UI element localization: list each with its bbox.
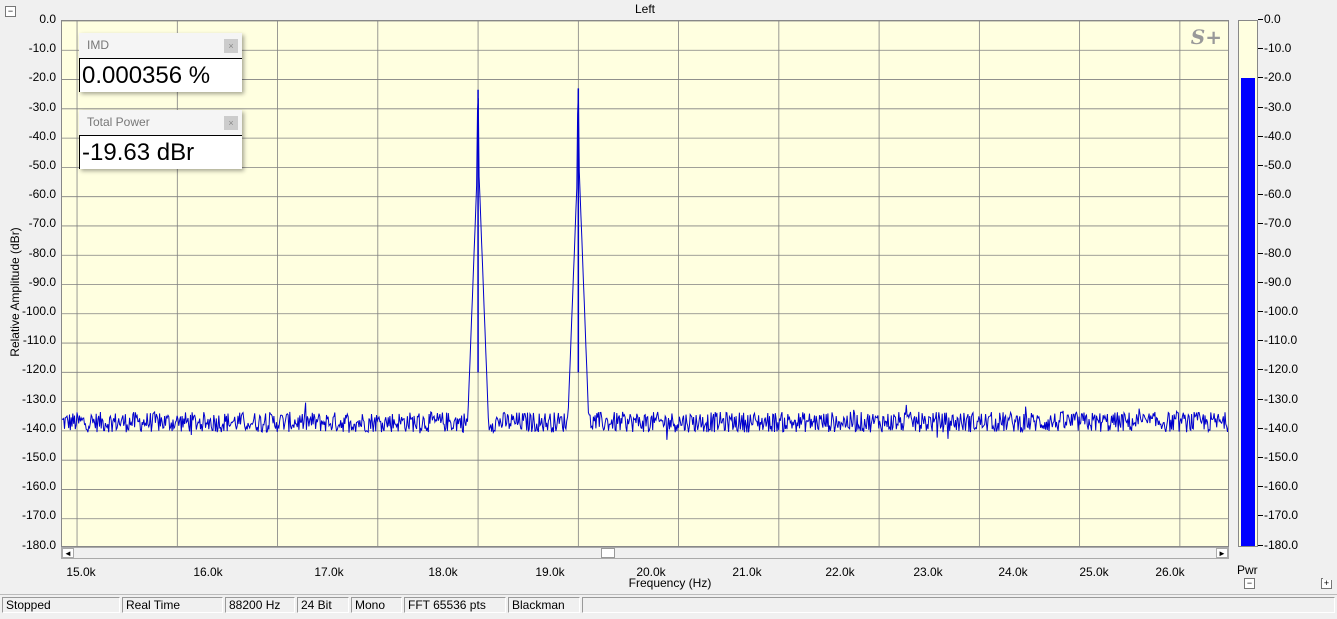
- meter-tick-label: -20.0: [1257, 70, 1292, 85]
- meter-tick-label: -30.0: [1257, 99, 1292, 114]
- total-power-close-icon[interactable]: ×: [224, 116, 238, 130]
- total-power-meter-title: Total Power: [87, 115, 150, 129]
- status-window: Blackman: [508, 597, 580, 613]
- scroll-right-icon[interactable]: ►: [1216, 548, 1228, 558]
- y-tick-label: -50.0: [28, 158, 56, 172]
- power-level-meter: [1238, 20, 1258, 547]
- y-tick-label: -20.0: [28, 70, 56, 85]
- status-bit-depth: 24 Bit: [297, 597, 349, 613]
- meter-tick-label: -90.0: [1257, 274, 1292, 289]
- y-tick-label: -130.0: [21, 391, 56, 406]
- meter-tick-label: -50.0: [1257, 158, 1292, 172]
- imd-meter[interactable]: IMD × 0.000356 %: [79, 33, 242, 92]
- status-state: Stopped: [2, 597, 120, 613]
- y-axis-label: Relative Amplitude (dBr): [8, 227, 22, 357]
- x-tick-label: 25.0k: [1079, 565, 1109, 579]
- y-tick-label: -140.0: [21, 420, 56, 435]
- status-bar: Stopped Real Time 88200 Hz 24 Bit Mono F…: [0, 594, 1337, 615]
- x-tick-label: 24.0k: [998, 565, 1028, 579]
- status-sample-rate: 88200 Hz: [225, 597, 295, 613]
- vertical-scrollbar[interactable]: [1323, 5, 1335, 580]
- y-tick-label: 0.0: [39, 12, 56, 26]
- y-tick-label: -160.0: [21, 479, 56, 494]
- imd-value: 0.000356 %: [79, 58, 242, 92]
- imd-meter-title: IMD: [87, 38, 109, 52]
- horizontal-scrollbar[interactable]: ◄ ►: [61, 547, 1229, 559]
- x-tick-label: 23.0k: [913, 565, 943, 579]
- meter-tick-label: -100.0: [1257, 304, 1299, 318]
- power-level-bar: [1241, 78, 1255, 546]
- status-fft: FFT 65536 pts: [404, 597, 506, 613]
- x-tick-label: 26.0k: [1155, 565, 1185, 579]
- meter-tick-label: 0.0: [1258, 12, 1281, 26]
- status-mode: Real Time: [122, 597, 223, 613]
- imd-close-icon[interactable]: ×: [224, 39, 238, 53]
- meter-tick-label: -120.0: [1257, 362, 1299, 377]
- y-tick-label: -170.0: [21, 508, 56, 523]
- x-tick-label: 18.0k: [428, 565, 458, 579]
- x-tick-label: 15.0k: [66, 565, 96, 579]
- meter-tick-label: -140.0: [1257, 420, 1299, 435]
- scroll-thumb[interactable]: [601, 548, 615, 558]
- logo-icon: S+: [1190, 25, 1222, 49]
- scroll-left-icon[interactable]: ◄: [62, 548, 74, 558]
- total-power-meter[interactable]: Total Power × -19.63 dBr: [79, 110, 242, 169]
- total-power-value: -19.63 dBr: [79, 135, 242, 169]
- meter-tick-label: -60.0: [1257, 187, 1292, 202]
- spectrum-chart: [62, 21, 1228, 546]
- meter-tick-label: -40.0: [1257, 128, 1292, 143]
- y-tick-label: -40.0: [28, 128, 56, 143]
- meter-tick-label: -70.0: [1257, 216, 1292, 231]
- y-tick-label: -60.0: [28, 187, 56, 202]
- y-tick-label: -150.0: [21, 450, 56, 464]
- meter-tick-label: -110.0: [1257, 333, 1298, 348]
- status-empty: [582, 597, 1335, 613]
- spectrum-plot[interactable]: S+: [61, 20, 1229, 547]
- meter-tick-label: -130.0: [1257, 391, 1299, 406]
- x-tick-label: 17.0k: [314, 565, 344, 579]
- x-axis-label: Frequency (Hz): [628, 576, 712, 590]
- pwr-label: Pwr: [1237, 563, 1258, 577]
- y-tick-label: -10.0: [28, 41, 56, 56]
- meter-tick-label: -10.0: [1257, 41, 1292, 56]
- status-channels: Mono: [351, 597, 402, 613]
- window-title: Left: [634, 2, 655, 16]
- y-tick-label: -180.0: [21, 537, 56, 552]
- x-tick-label: 16.0k: [193, 565, 223, 579]
- x-tick-label: 22.0k: [825, 565, 855, 579]
- meter-tick-label: -150.0: [1257, 450, 1299, 464]
- meter-minus-button[interactable]: −: [1244, 578, 1255, 589]
- meter-tick-label: -180.0: [1257, 537, 1299, 552]
- meter-tick-label: -80.0: [1257, 245, 1292, 260]
- y-tick-label: -30.0: [28, 99, 56, 114]
- meter-tick-label: -170.0: [1257, 508, 1299, 523]
- y-tick-label: -120.0: [21, 362, 56, 377]
- meter-tick-label: -160.0: [1257, 479, 1299, 494]
